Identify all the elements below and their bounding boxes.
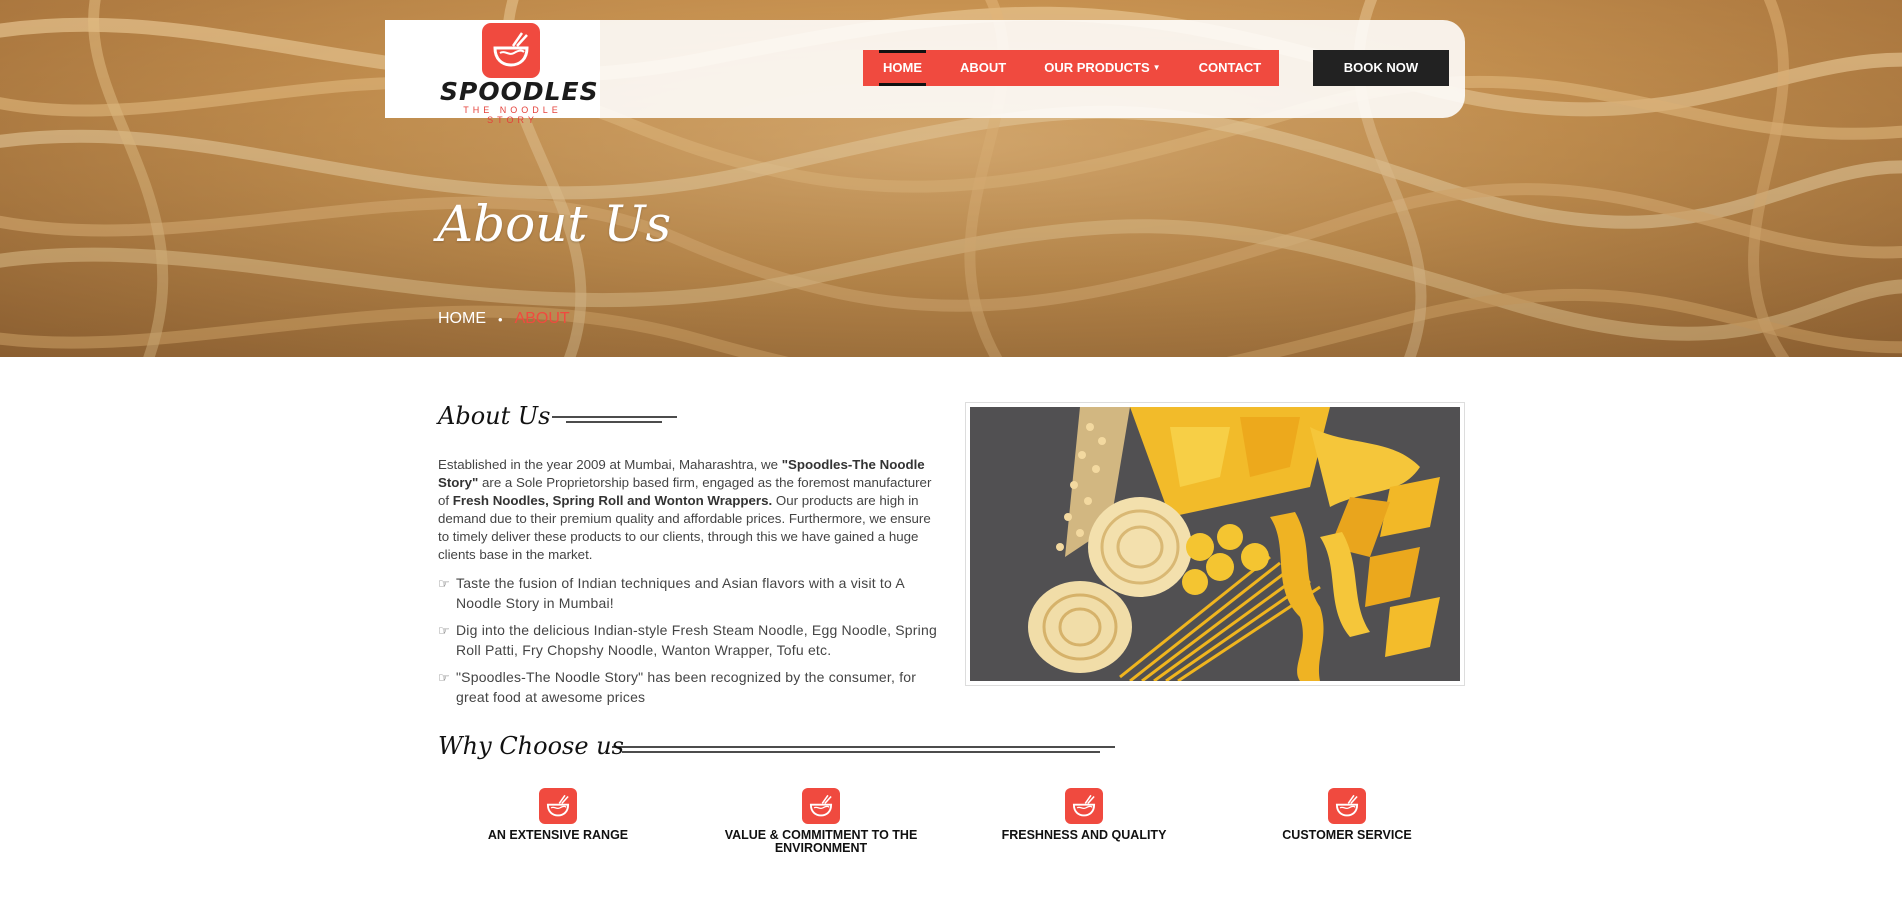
noodle-bowl-logo-icon — [482, 23, 540, 78]
noodle-bowl-icon — [802, 788, 840, 824]
book-now-button[interactable]: BOOK NOW — [1313, 50, 1449, 86]
brand-name: SPOODLES — [440, 77, 599, 106]
list-item: ☞ Taste the fusion of Indian techniques a… — [438, 575, 905, 611]
noodle-bowl-icon — [1328, 788, 1366, 824]
feature-label: CUSTOMER SERVICE — [1282, 828, 1412, 842]
site-header: SPOODLES THE NOODLE STORY HOME ABOUT OUR… — [385, 20, 1465, 125]
nav-item-our-products[interactable]: OUR PRODUCTS ▼ — [1044, 50, 1160, 86]
feature-label: FRESHNESS AND QUALITY — [1001, 828, 1167, 842]
hand-pointer-icon: ☞ — [438, 623, 450, 638]
noodle-bowl-icon — [1065, 788, 1103, 824]
breadcrumb-separator: • — [498, 311, 503, 327]
feature-item: CUSTOMER SERVICE — [1227, 788, 1467, 842]
page-title: About Us — [437, 195, 672, 253]
feature-item: FRESHNESS AND QUALITY — [964, 788, 1204, 842]
logo[interactable]: SPOODLES THE NOODLE STORY — [385, 20, 600, 125]
feature-item: VALUE & COMMITMENT TO THE ENVIRONMENT — [701, 788, 941, 855]
feature-item: AN EXTENSIVE RANGE — [438, 788, 678, 842]
breadcrumb-current: ABOUT — [514, 310, 570, 327]
chevron-down-icon: ▼ — [1152, 63, 1161, 72]
nav-item-about[interactable]: ABOUT — [960, 50, 1006, 86]
about-paragraph: Established in the year 2009 at Mumbai, … — [438, 457, 932, 562]
breadcrumb-home[interactable]: HOME — [438, 310, 486, 328]
nav-item-contact[interactable]: CONTACT — [1199, 50, 1262, 86]
features-row: AN EXTENSIVE RANGE VALUE & COMMITMENT TO… — [438, 788, 1465, 868]
title-decoration — [612, 746, 1115, 753]
feature-label: AN EXTENSIVE RANGE — [487, 828, 629, 842]
hand-pointer-icon: ☞ — [438, 576, 450, 591]
list-item: ☞ "Spoodles-The Noodle Story" has been re… — [438, 669, 917, 705]
why-section-title: Why Choose us — [438, 732, 624, 760]
about-section-title: About Us — [438, 402, 551, 430]
hero-banner: SPOODLES THE NOODLE STORY HOME ABOUT OUR… — [0, 0, 1902, 357]
list-item: ☞ Dig into the delicious Indian-style Fre… — [438, 622, 937, 658]
pasta-photo — [965, 402, 1465, 686]
nav-item-home[interactable]: HOME — [879, 50, 926, 86]
about-bullet-list: ☞ Taste the fusion of Indian techniques a… — [438, 573, 940, 714]
brand-tagline: THE NOODLE STORY — [463, 105, 562, 125]
main-nav: HOME ABOUT OUR PRODUCTS ▼ CONTACT — [863, 50, 1279, 86]
title-decoration — [552, 416, 677, 423]
breadcrumb: HOME • ABOUT — [438, 310, 570, 328]
feature-label: VALUE & COMMITMENT TO THE ENVIRONMENT — [724, 828, 918, 855]
hand-pointer-icon: ☞ — [438, 670, 450, 685]
noodle-bowl-icon — [539, 788, 577, 824]
